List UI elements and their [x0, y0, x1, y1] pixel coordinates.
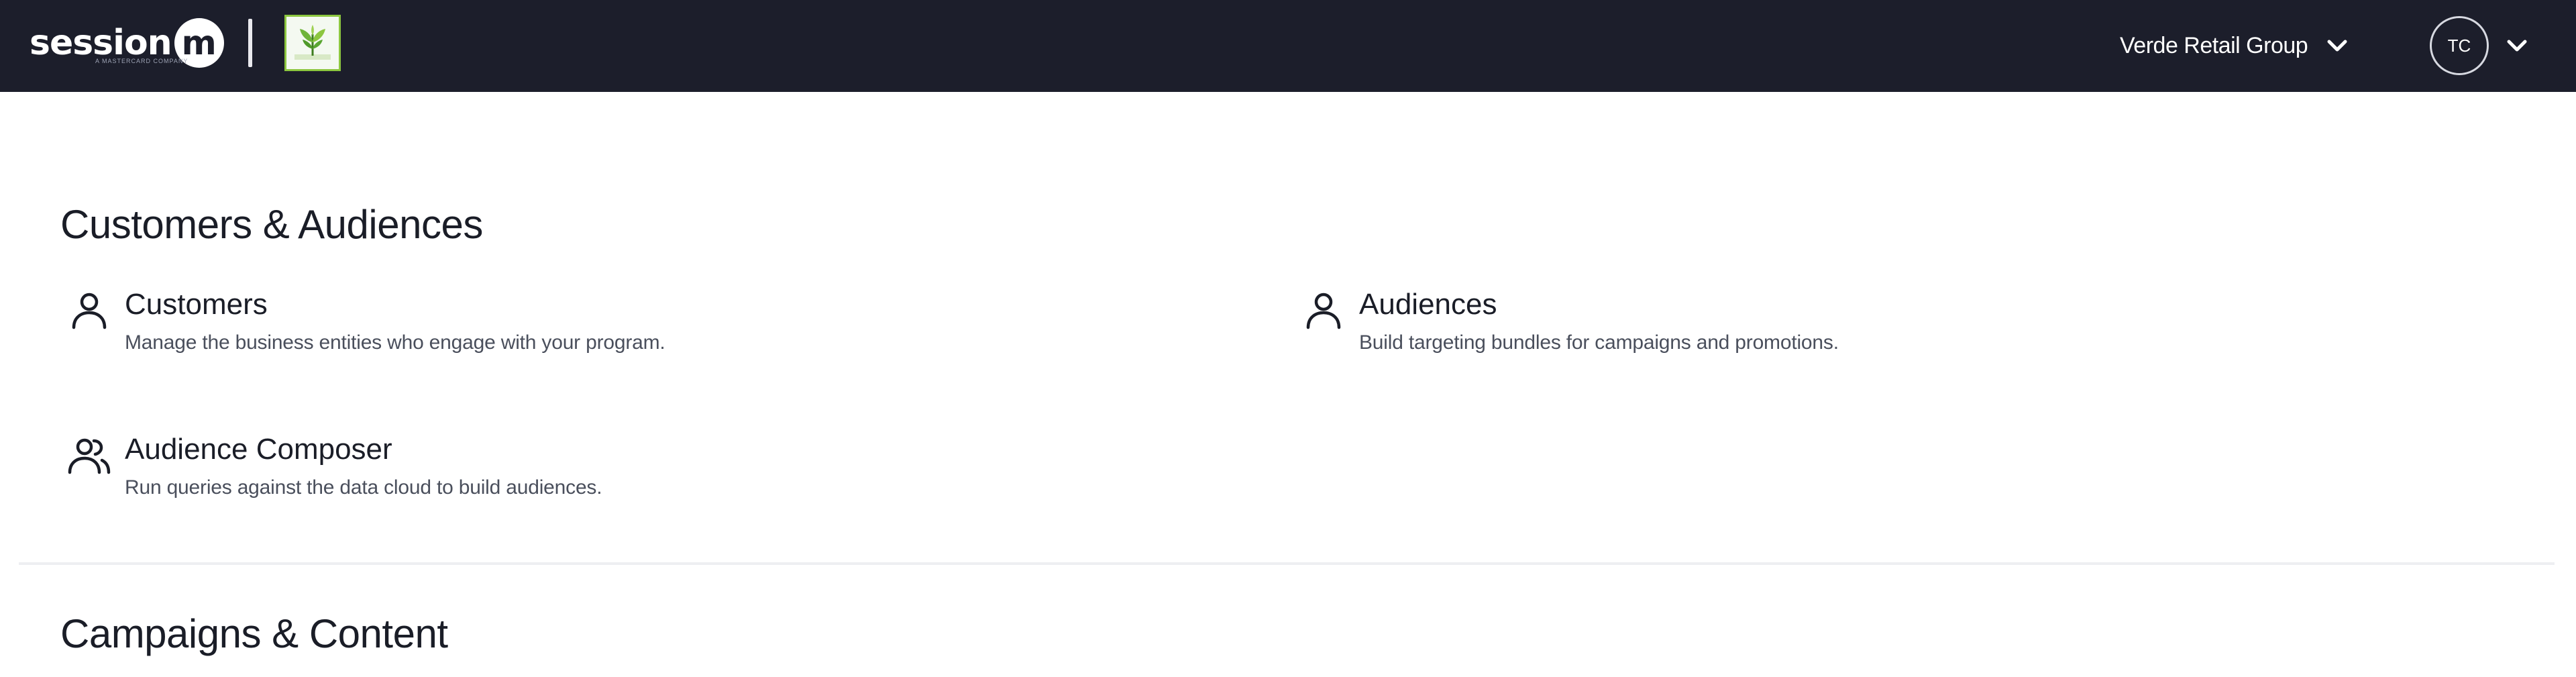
person-icon [1306, 293, 1341, 329]
nav-item-description: Manage the business entities who engage … [125, 331, 665, 354]
section-title-customers-audiences: Customers & Audiences [60, 202, 483, 247]
brand-divider [248, 19, 252, 67]
nav-item-description: Build targeting bundles for campaigns an… [1359, 331, 1839, 354]
nav-item-customers[interactable]: Customers Manage the business entities w… [67, 288, 665, 354]
section-divider [19, 562, 2555, 565]
section-title-campaigns-content: Campaigns & Content [60, 611, 448, 656]
top-bar: session m A MASTERCARD COMPANY Verde Ret… [0, 0, 2576, 92]
org-switcher[interactable]: Verde Retail Group [2120, 25, 2351, 66]
nav-item-label: Audience Composer [125, 433, 392, 466]
org-name: Verde Retail Group [2120, 32, 2308, 58]
chevron-down-icon [2507, 40, 2527, 52]
user-menu[interactable]: TC [2430, 13, 2530, 78]
nav-item-audiences[interactable]: Audiences Build targeting bundles for ca… [1301, 288, 1839, 354]
person-icon [72, 293, 107, 329]
chevron-down-icon [2327, 40, 2347, 52]
nav-item-label: Audiences [1359, 288, 1497, 321]
avatar-initials: TC [2447, 35, 2471, 56]
brand-logo[interactable]: session m A MASTERCARD COMPANY [30, 16, 224, 70]
nav-item-label: Customers [125, 288, 268, 321]
brand-tagline: A MASTERCARD COMPANY [95, 58, 189, 64]
avatar[interactable]: TC [2430, 16, 2489, 75]
nav-item-description: Run queries against the data cloud to bu… [125, 476, 602, 499]
nav-item-audience-composer[interactable]: Audience Composer Run queries against th… [67, 433, 602, 499]
brand-wordmark: session [30, 23, 172, 63]
people-icon [68, 438, 111, 474]
leaf-logo-icon[interactable] [284, 15, 341, 71]
